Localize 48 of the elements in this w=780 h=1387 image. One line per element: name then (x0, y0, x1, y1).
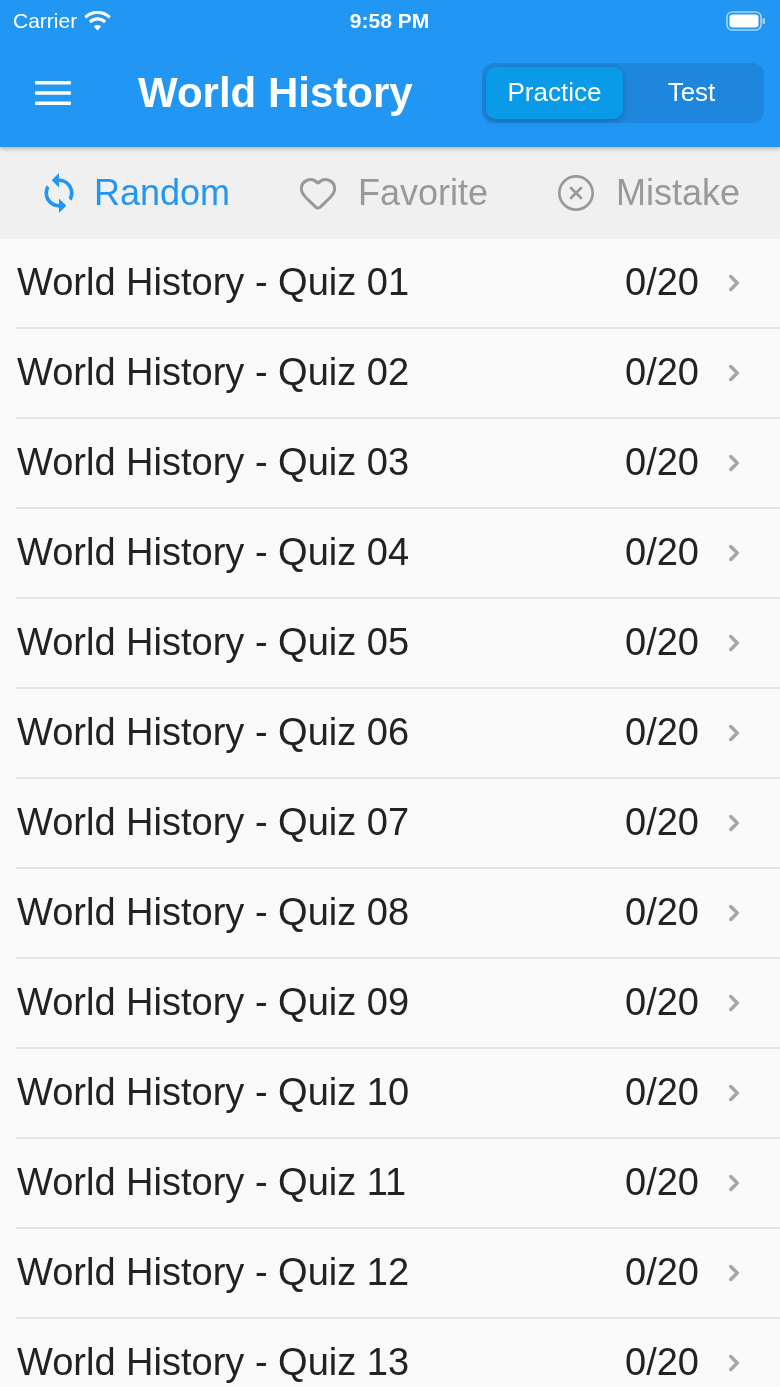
quiz-score: 0/20 (625, 621, 699, 665)
quiz-title: World History - Quiz 08 (17, 891, 410, 935)
carrier-name: Carrier (13, 9, 78, 33)
quiz-title: World History - Quiz 02 (17, 351, 410, 395)
quiz-row[interactable]: World History - Quiz 05 0/20 (16, 599, 780, 689)
quiz-score: 0/20 (625, 981, 699, 1025)
quiz-row[interactable]: World History - Quiz 09 0/20 (16, 959, 780, 1049)
quiz-score: 0/20 (625, 1341, 699, 1385)
quiz-score: 0/20 (625, 531, 699, 575)
quiz-title: World History - Quiz 06 (17, 711, 410, 755)
quiz-title: World History - Quiz 09 (17, 981, 410, 1025)
quiz-title: World History - Quiz 05 (17, 621, 410, 665)
quiz-row[interactable]: World History - Quiz 10 0/20 (16, 1049, 780, 1139)
mode-tab[interactable]: Test (623, 66, 760, 119)
quiz-title: World History - Quiz 04 (17, 531, 410, 575)
quiz-title: World History - Quiz 12 (17, 1251, 410, 1295)
battery-icon (726, 11, 766, 31)
quiz-row[interactable]: World History - Quiz 06 0/20 (16, 689, 780, 779)
x-circle-icon (555, 173, 596, 213)
quiz-score: 0/20 (625, 801, 699, 845)
quiz-score: 0/20 (625, 351, 699, 395)
quiz-title: World History - Quiz 11 (17, 1161, 407, 1205)
quiz-row[interactable]: World History - Quiz 11 0/20 (16, 1139, 780, 1229)
menu-icon (35, 79, 71, 106)
wifi-icon (84, 11, 112, 31)
quiz-row[interactable]: World History - Quiz 12 0/20 (16, 1229, 780, 1319)
quiz-row[interactable]: World History - Quiz 01 0/20 (16, 239, 780, 329)
quiz-score: 0/20 (625, 1161, 699, 1205)
quiz-title: World History - Quiz 13 (17, 1341, 410, 1385)
sync-icon (44, 173, 74, 213)
quiz-row[interactable]: World History - Quiz 07 0/20 (16, 779, 780, 869)
quiz-score: 0/20 (625, 891, 699, 935)
quiz-row[interactable]: World History - Quiz 13 0/20 (16, 1319, 780, 1387)
quiz-title: World History - Quiz 03 (17, 441, 410, 485)
quiz-title: World History - Quiz 10 (17, 1071, 410, 1115)
quiz-title: World History - Quiz 01 (17, 261, 410, 305)
status-time: 9:58 PM (349, 9, 430, 33)
quiz-score: 0/20 (625, 711, 699, 755)
quiz-score: 0/20 (625, 1251, 699, 1295)
quiz-row[interactable]: World History - Quiz 04 0/20 (16, 509, 780, 599)
quiz-title: World History - Quiz 07 (17, 801, 410, 845)
quiz-score: 0/20 (625, 1071, 699, 1115)
quiz-row[interactable]: World History - Quiz 02 0/20 (16, 329, 780, 419)
quiz-row[interactable]: World History - Quiz 03 0/20 (16, 419, 780, 509)
app-title: World History (138, 68, 413, 117)
quiz-row[interactable]: World History - Quiz 08 0/20 (16, 869, 780, 959)
quiz-score: 0/20 (625, 441, 699, 485)
quiz-score: 0/20 (625, 261, 699, 305)
